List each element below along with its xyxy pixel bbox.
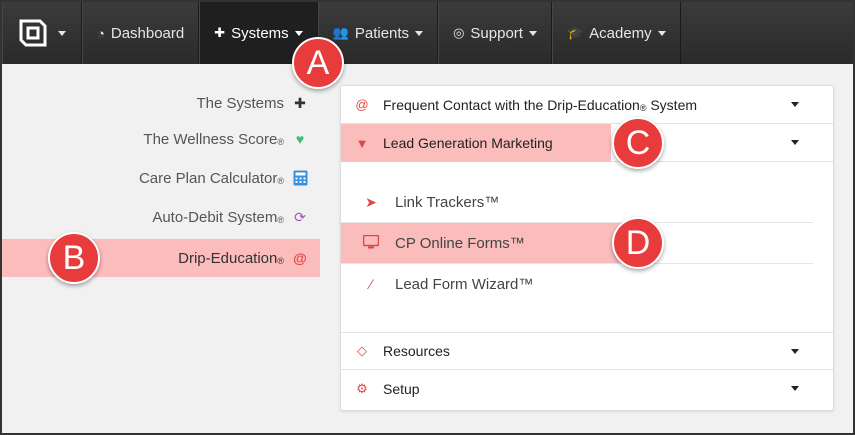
nav-support[interactable]: ◎ Support <box>438 2 552 64</box>
nav-label: Systems <box>231 24 289 42</box>
accordion-setup[interactable]: ⚙ Setup <box>341 370 833 408</box>
logo-menu[interactable] <box>2 2 82 64</box>
cursor-icon: ➤ <box>365 194 377 210</box>
chevron-down-icon <box>791 140 799 145</box>
nav-label: Dashboard <box>110 24 185 42</box>
diamond-icon: ◇ <box>357 343 367 358</box>
sidebar-item-label: Drip-Education® <box>178 249 284 267</box>
nav-label: Support <box>470 24 523 42</box>
accordion-label: Setup <box>383 381 420 397</box>
graduation-cap-icon: 🎓 <box>566 25 584 40</box>
heart-pulse-icon: ♥ <box>295 131 305 147</box>
subitem-cp-online-forms[interactable]: CP Online Forms™ <box>341 223 641 263</box>
chevron-down-icon <box>791 102 799 107</box>
accordion-label: Resources <box>383 343 450 359</box>
nav-label: Academy <box>589 24 652 42</box>
chevron-down-icon <box>657 30 666 36</box>
sidebar-item-care-plan-calculator[interactable]: Care Plan Calculator® <box>139 159 308 197</box>
nav-dashboard[interactable]: ◔ Dashboard <box>82 2 200 64</box>
accordion-frequent-contact[interactable]: @ Frequent Contact with the Drip-Educati… <box>341 86 833 124</box>
accordion-lead-generation-header: ▼ Lead Generation Marketing <box>341 124 611 162</box>
chevron-down-icon <box>294 30 303 36</box>
accordion-label: Lead Generation Marketing <box>383 135 553 151</box>
annotation-badge-d: D <box>612 217 664 269</box>
annotation-badge-c: C <box>612 117 664 169</box>
main-content: @ Frequent Contact with the Drip-Educati… <box>320 64 853 433</box>
gears-icon: ⚙ <box>356 381 368 396</box>
accordion-lead-generation[interactable]: ▼ Lead Generation Marketing <box>341 124 833 162</box>
app-frame: ◔ Dashboard ✚ Systems 👥 Patients ◎ Suppo… <box>0 0 855 435</box>
magic-wand-icon: ⁄ <box>369 276 373 292</box>
accordion-panel: @ Frequent Contact with the Drip-Educati… <box>340 85 834 411</box>
chevron-down-icon <box>415 30 424 36</box>
annotation-badge-a: A <box>292 37 344 89</box>
chevron-down-icon <box>791 349 799 354</box>
subitem-label: Lead Form Wizard™ <box>395 275 534 293</box>
calculator-icon <box>292 170 308 186</box>
lifebuoy-icon: ◎ <box>453 25 465 40</box>
top-nav: ◔ Dashboard ✚ Systems 👥 Patients ◎ Suppo… <box>2 2 853 64</box>
sidebar-item-the-systems[interactable]: The Systems ✚ <box>196 84 308 122</box>
nav-label: Patients <box>354 24 410 42</box>
sidebar-item-auto-debit[interactable]: Auto-Debit System® ⟳ <box>152 198 308 236</box>
sidebar-item-drip-education[interactable]: Drip-Education® @ <box>178 239 308 277</box>
subitem-lead-form-wizard[interactable]: ⁄ Lead Form Wizard™ <box>341 264 813 304</box>
sidebar-item-wellness-score[interactable]: The Wellness Score® ♥ <box>143 120 308 158</box>
users-icon: 👥 <box>332 25 349 40</box>
subitem-link-trackers[interactable]: ➤ Link Trackers™ <box>341 183 813 223</box>
chevron-down-icon <box>58 30 66 36</box>
refresh-icon: ⟳ <box>294 208 306 225</box>
dashboard-icon: ◔ <box>97 25 105 41</box>
at-icon: @ <box>293 250 307 266</box>
sidebar-item-label: The Systems <box>196 94 284 112</box>
accordion-label: Frequent Contact with the Drip-Education… <box>383 96 698 113</box>
sidebar-item-label: The Wellness Score® <box>143 130 284 148</box>
accordion-resources[interactable]: ◇ Resources <box>341 332 833 370</box>
desktop-icon <box>362 234 380 252</box>
at-icon: @ <box>355 97 369 112</box>
puzzle-icon: ✚ <box>214 25 226 40</box>
filter-icon: ▼ <box>355 135 369 151</box>
chevron-down-icon <box>528 30 537 36</box>
annotation-badge-b: B <box>48 232 100 284</box>
chevron-down-icon <box>791 386 799 391</box>
nav-academy[interactable]: 🎓 Academy <box>551 2 681 64</box>
subitem-label: Link Trackers™ <box>395 194 500 211</box>
puzzle-icon: ✚ <box>294 94 306 111</box>
sidebar-item-label: Care Plan Calculator® <box>138 169 284 187</box>
sidebar-item-label: Auto-Debit System® <box>152 208 284 226</box>
subitem-label: CP Online Forms™ <box>395 234 525 252</box>
logo-icon <box>18 18 48 48</box>
